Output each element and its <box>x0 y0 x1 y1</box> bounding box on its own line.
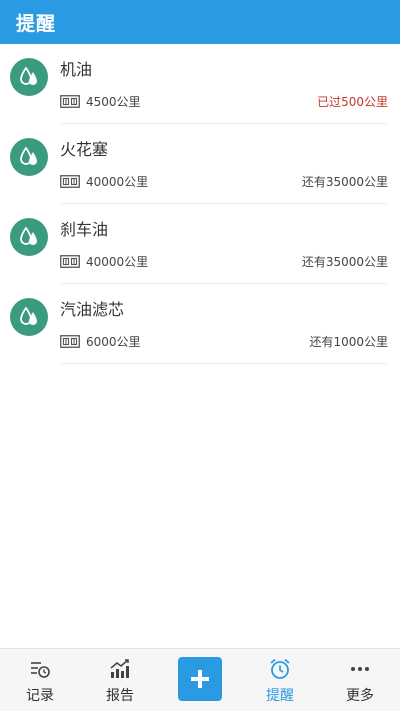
item-name: 火花塞 <box>60 140 109 159</box>
chart-icon <box>110 658 129 678</box>
alarm-clock-icon <box>270 658 290 679</box>
app-header: 提醒 <box>0 0 400 44</box>
item-distance: 40000公里 <box>86 255 149 269</box>
nav-more[interactable]: 更多 <box>330 651 390 711</box>
page-title: 提醒 <box>16 12 57 35</box>
app-screen: 提醒 机油 4500公里 已过500公里 火花塞 40000公里 还有35000… <box>0 0 400 711</box>
odometer-icon <box>60 255 80 268</box>
item-meta: 4500公里 <box>60 93 141 110</box>
plus-icon <box>191 669 209 688</box>
oil-drop-icon <box>10 218 48 256</box>
item-name: 刹车油 <box>60 220 109 239</box>
item-status: 还有35000公里 <box>301 255 388 269</box>
oil-drop-icon <box>10 58 48 96</box>
item-distance: 6000公里 <box>86 335 141 349</box>
item-meta: 40000公里 <box>60 173 148 190</box>
reminder-item-fuel-filter[interactable]: 汽油滤芯 6000公里 还有1000公里 <box>0 284 400 364</box>
item-status: 已过500公里 <box>317 95 388 109</box>
nav-reminder-label: 提醒 <box>266 687 294 704</box>
nav-report-label: 报告 <box>106 687 134 704</box>
odometer-icon <box>60 175 80 188</box>
oil-drop-icon <box>10 298 48 336</box>
nav-record-label: 记录 <box>26 687 54 704</box>
nav-add[interactable] <box>170 651 230 711</box>
item-name: 汽油滤芯 <box>60 300 125 319</box>
item-name: 机油 <box>60 60 93 79</box>
divider <box>60 363 388 364</box>
odometer-icon <box>60 95 80 108</box>
odometer-icon <box>60 335 80 348</box>
item-meta: 6000公里 <box>60 333 141 350</box>
oil-drop-icon <box>10 138 48 176</box>
more-dots-icon <box>351 666 369 671</box>
bottom-nav: 记录 报告 提醒 更多 <box>0 648 400 711</box>
reminder-list: 机油 4500公里 已过500公里 火花塞 40000公里 还有35000公里 … <box>0 44 400 364</box>
reminder-item-spark-plug[interactable]: 火花塞 40000公里 还有35000公里 <box>0 124 400 204</box>
item-distance: 40000公里 <box>86 175 149 189</box>
add-button[interactable] <box>178 656 222 701</box>
record-icon <box>31 661 50 678</box>
item-meta: 40000公里 <box>60 253 148 270</box>
nav-record[interactable]: 记录 <box>10 651 70 711</box>
reminder-item-brake-fluid[interactable]: 刹车油 40000公里 还有35000公里 <box>0 204 400 284</box>
reminder-item-oil[interactable]: 机油 4500公里 已过500公里 <box>0 44 400 124</box>
item-status: 还有1000公里 <box>309 335 388 349</box>
item-status: 还有35000公里 <box>301 175 388 189</box>
nav-report[interactable]: 报告 <box>90 651 150 711</box>
item-distance: 4500公里 <box>86 95 141 109</box>
nav-more-label: 更多 <box>346 687 374 704</box>
nav-reminder[interactable]: 提醒 <box>250 651 310 711</box>
